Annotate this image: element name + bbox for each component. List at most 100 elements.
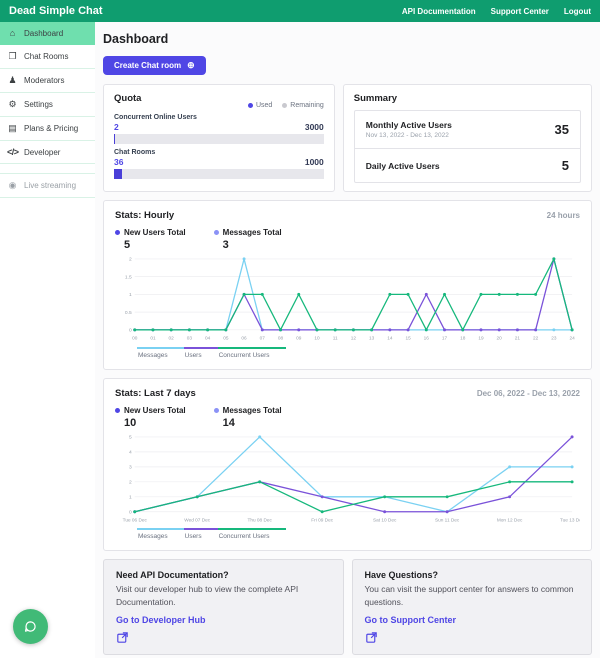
sidebar-item-label: Live streaming [24, 181, 76, 190]
info-card-title: Have Questions? [365, 570, 580, 580]
quota-meter-label: Concurrent Online Users [114, 114, 324, 121]
api-documentation-link[interactable]: API Documentation [402, 7, 476, 16]
page-title: Dashboard [103, 32, 592, 46]
quota-panel: Quota Used Remaining Concurrent Online U… [103, 84, 335, 192]
chat-widget-button[interactable] [13, 609, 48, 644]
svg-text:1.5: 1.5 [125, 274, 132, 280]
svg-text:12: 12 [351, 336, 357, 342]
messages-dot-icon [214, 408, 219, 413]
weekly-series-legend: Messages Users Concurrent Users [137, 528, 580, 541]
svg-text:09: 09 [296, 336, 302, 342]
sidebar-item-label: Dashboard [24, 29, 63, 38]
quota-limit-value: 3000 [305, 122, 324, 132]
main-content: Dashboard Create Chat room ⊕ Quota Used … [95, 22, 600, 658]
stats-weekly-range: Dec 06, 2022 - Dec 13, 2022 [477, 389, 580, 398]
svg-text:Mon 12 Dec: Mon 12 Dec [497, 517, 523, 523]
support-center-card-link[interactable]: Go to Support Center [365, 615, 457, 625]
svg-text:2: 2 [129, 257, 132, 263]
stats-weekly-title: Stats: Last 7 days [115, 388, 196, 399]
svg-text:04: 04 [205, 336, 211, 342]
svg-text:06: 06 [241, 336, 247, 342]
summary-row-monthly-active-users: Monthly Active Users Nov 13, 2022 - Dec … [355, 111, 580, 148]
support-center-card: Have Questions? You can visit the suppor… [352, 559, 593, 655]
tab-users[interactable]: Users [184, 528, 218, 541]
quota-progress-bar [114, 134, 324, 144]
svg-text:1: 1 [129, 292, 132, 298]
sidebar: ⌂ Dashboard ❐ Chat Rooms ♟ Moderators ⚙ … [0, 22, 95, 658]
tab-messages[interactable]: Messages [137, 528, 184, 541]
quota-meter-label: Chat Rooms [114, 149, 324, 156]
sidebar-item-settings[interactable]: ⚙ Settings [0, 93, 95, 117]
svg-text:03: 03 [187, 336, 193, 342]
stats-hourly-range: 24 hours [547, 211, 580, 220]
svg-text:Sat 10 Dec: Sat 10 Dec [373, 517, 397, 523]
hourly-line-chart: 00.511.520001020304050607080910111213141… [115, 253, 580, 344]
svg-text:19: 19 [478, 336, 484, 342]
tab-concurrent-users[interactable]: Concurrent Users [218, 528, 286, 541]
credit-card-icon: ▤ [7, 123, 18, 134]
svg-text:Tue 06 Dec: Tue 06 Dec [123, 517, 148, 523]
tab-users[interactable]: Users [184, 347, 218, 360]
external-link-icon[interactable] [365, 631, 378, 644]
sidebar-item-moderators[interactable]: ♟ Moderators [0, 69, 95, 93]
support-center-link[interactable]: Support Center [491, 7, 549, 16]
svg-text:3: 3 [129, 464, 132, 470]
new-users-total: New Users Total 10 [115, 406, 186, 429]
summary-row-date-range: Nov 13, 2022 - Dec 13, 2022 [366, 132, 452, 139]
external-link-icon[interactable] [116, 631, 129, 644]
stats-hourly-title: Stats: Hourly [115, 210, 174, 221]
summary-panel: Summary Monthly Active Users Nov 13, 202… [343, 84, 592, 192]
remaining-label: Remaining [290, 102, 323, 109]
svg-text:15: 15 [405, 336, 411, 342]
svg-text:20: 20 [497, 336, 503, 342]
moderator-icon: ♟ [7, 75, 18, 86]
developer-hub-link[interactable]: Go to Developer Hub [116, 615, 206, 625]
used-label: Used [256, 102, 272, 109]
home-icon: ⌂ [7, 28, 18, 38]
svg-text:2: 2 [129, 479, 132, 485]
new-users-dot-icon [115, 408, 120, 413]
svg-text:Wed 07 Dec: Wed 07 Dec [184, 517, 211, 523]
app-title: Dead Simple Chat [9, 5, 387, 17]
logout-link[interactable]: Logout [564, 7, 591, 16]
svg-text:Sun 11 Dec: Sun 11 Dec [435, 517, 460, 523]
info-card-title: Need API Documentation? [116, 570, 331, 580]
svg-text:24: 24 [569, 336, 575, 342]
svg-text:4: 4 [129, 449, 132, 455]
svg-text:17: 17 [442, 336, 448, 342]
svg-text:07: 07 [260, 336, 266, 342]
sidebar-item-live-streaming[interactable]: ◉ Live streaming [0, 173, 95, 198]
sidebar-item-dashboard[interactable]: ⌂ Dashboard [0, 22, 95, 45]
tab-concurrent-users[interactable]: Concurrent Users [218, 347, 286, 360]
sidebar-item-label: Moderators [24, 76, 64, 85]
svg-text:1: 1 [129, 494, 132, 500]
info-card-body: Visit our developer hub to view the comp… [116, 583, 331, 608]
svg-text:Tue 13 Dec: Tue 13 Dec [560, 517, 580, 523]
summary-row-daily-active-users: Daily Active Users 5 [355, 148, 580, 182]
new-users-total: New Users Total 5 [115, 228, 186, 251]
sidebar-item-chat-rooms[interactable]: ❐ Chat Rooms [0, 45, 95, 69]
svg-text:08: 08 [278, 336, 284, 342]
tab-messages[interactable]: Messages [137, 347, 184, 360]
svg-text:18: 18 [460, 336, 466, 342]
svg-text:13: 13 [369, 336, 375, 342]
new-users-dot-icon [115, 230, 120, 235]
info-card-body: You can visit the support center for ans… [365, 583, 580, 608]
svg-text:0: 0 [129, 509, 132, 515]
messages-dot-icon [214, 230, 219, 235]
svg-text:11: 11 [333, 336, 338, 342]
svg-text:0.5: 0.5 [125, 310, 132, 316]
svg-text:23: 23 [551, 336, 557, 342]
summary-title: Summary [354, 93, 581, 104]
svg-text:00: 00 [132, 336, 138, 342]
sidebar-item-plans-pricing[interactable]: ▤ Plans & Pricing [0, 117, 95, 141]
create-chat-room-button[interactable]: Create Chat room ⊕ [103, 56, 206, 75]
svg-text:01: 01 [150, 336, 156, 342]
stats-hourly-panel: Stats: Hourly 24 hours New Users Total 5… [103, 200, 592, 370]
code-icon: </> [7, 147, 18, 157]
quota-legend: Used Remaining [114, 102, 324, 109]
quota-used-value: 2 [114, 122, 119, 132]
chat-bubble-icon [22, 618, 39, 635]
sidebar-item-developer[interactable]: </> Developer [0, 141, 95, 164]
svg-text:Thu 08 Dec: Thu 08 Dec [247, 517, 272, 523]
